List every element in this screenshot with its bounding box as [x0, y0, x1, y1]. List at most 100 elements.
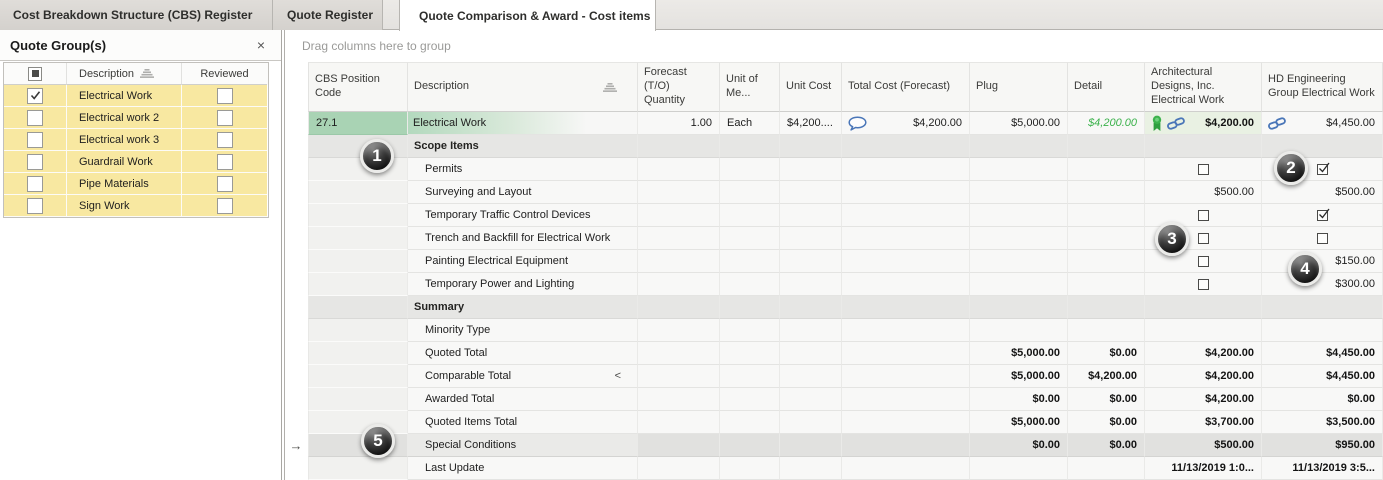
- quote-group-row[interactable]: Electrical work 2: [4, 107, 268, 129]
- scope-item-checkbox[interactable]: [1198, 164, 1209, 175]
- cell-arch[interactable]: [1145, 273, 1262, 296]
- cell-forecast[interactable]: [638, 158, 720, 181]
- cell-uom[interactable]: [720, 158, 780, 181]
- cell-detail[interactable]: $0.00: [1068, 388, 1145, 411]
- cell-unit_cost[interactable]: [780, 319, 842, 342]
- sort-asc-icon[interactable]: [603, 83, 617, 92]
- cell-detail[interactable]: [1068, 319, 1145, 342]
- cell-desc[interactable]: Quoted Total: [408, 342, 638, 365]
- select-checkbox[interactable]: [27, 154, 43, 170]
- quote-group-name-cell[interactable]: Electrical work 2: [67, 107, 182, 129]
- tab-1[interactable]: Cost Breakdown Structure (CBS) Register: [0, 0, 273, 30]
- cell-detail[interactable]: [1068, 227, 1145, 250]
- cell-desc[interactable]: Electrical Work: [408, 112, 638, 135]
- cell-uom[interactable]: [720, 227, 780, 250]
- column-header-forecast[interactable]: Forecast (T/O) Quantity: [638, 62, 720, 112]
- link-icon[interactable]: [1167, 117, 1185, 130]
- reviewed-checkbox[interactable]: [217, 88, 233, 104]
- cell-unit_cost[interactable]: $4,200....: [780, 112, 842, 135]
- select-all-checkbox[interactable]: [28, 67, 42, 81]
- cell-plug[interactable]: [970, 227, 1068, 250]
- cell-desc[interactable]: Last Update: [408, 457, 638, 480]
- cell-detail[interactable]: $0.00: [1068, 411, 1145, 434]
- column-header-desc[interactable]: Description: [408, 62, 638, 112]
- cell-cbs[interactable]: [308, 388, 408, 411]
- cell-uom[interactable]: [720, 365, 780, 388]
- select-checkbox[interactable]: [27, 198, 43, 214]
- cell-arch[interactable]: $4,200.00: [1145, 112, 1262, 135]
- cell-cbs[interactable]: [308, 411, 408, 434]
- cell-unit_cost[interactable]: [780, 388, 842, 411]
- cell-hd[interactable]: [1262, 204, 1383, 227]
- cell-hd[interactable]: $950.00: [1262, 434, 1383, 457]
- cell-forecast[interactable]: [638, 342, 720, 365]
- cell-hd[interactable]: 11/13/2019 3:5...: [1262, 457, 1383, 480]
- cell-forecast[interactable]: [638, 273, 720, 296]
- select-checkbox[interactable]: [27, 110, 43, 126]
- cell-plug[interactable]: $5,000.00: [970, 342, 1068, 365]
- cell-total_cost[interactable]: [842, 434, 970, 457]
- cell-forecast[interactable]: [638, 204, 720, 227]
- cell-unit_cost[interactable]: [780, 227, 842, 250]
- cell-desc[interactable]: Summary: [408, 296, 638, 319]
- cell-forecast[interactable]: [638, 365, 720, 388]
- cell-unit_cost[interactable]: [780, 411, 842, 434]
- reviewed-checkbox[interactable]: [217, 176, 233, 192]
- select-checkbox[interactable]: [27, 88, 43, 104]
- scope-item-checkbox[interactable]: [1198, 210, 1209, 221]
- cell-forecast[interactable]: [638, 227, 720, 250]
- cell-plug[interactable]: [970, 457, 1068, 480]
- scope-item-checkbox-checked[interactable]: [1317, 210, 1328, 221]
- select-all-header-cell[interactable]: [4, 63, 67, 85]
- cell-hd[interactable]: $3,500.00: [1262, 411, 1383, 434]
- cell-hd[interactable]: [1262, 296, 1383, 319]
- cell-arch[interactable]: $4,200.00: [1145, 388, 1262, 411]
- cell-forecast[interactable]: [638, 296, 720, 319]
- cell-unit_cost[interactable]: [780, 181, 842, 204]
- select-checkbox[interactable]: [27, 132, 43, 148]
- column-header-plug[interactable]: Plug: [970, 62, 1068, 112]
- cell-plug[interactable]: $5,000.00: [970, 365, 1068, 388]
- cell-unit_cost[interactable]: [780, 457, 842, 480]
- cell-plug[interactable]: [970, 273, 1068, 296]
- cell-forecast[interactable]: [638, 135, 720, 158]
- cell-cbs[interactable]: [308, 204, 408, 227]
- cell-detail[interactable]: $4,200.00: [1068, 112, 1145, 135]
- cell-hd[interactable]: $500.00: [1262, 181, 1383, 204]
- cell-arch[interactable]: $4,200.00: [1145, 365, 1262, 388]
- column-header-unit_cost[interactable]: Unit Cost: [780, 62, 842, 112]
- quote-group-name-cell[interactable]: Electrical work 3: [67, 129, 182, 151]
- cell-total_cost[interactable]: [842, 319, 970, 342]
- tab-2[interactable]: Quote Register: [273, 0, 383, 30]
- reviewed-checkbox[interactable]: [217, 132, 233, 148]
- cell-forecast[interactable]: [638, 181, 720, 204]
- reviewed-checkbox[interactable]: [217, 198, 233, 214]
- cell-desc[interactable]: Comparable Total<: [408, 365, 638, 388]
- cell-detail[interactable]: [1068, 158, 1145, 181]
- cell-desc[interactable]: Permits: [408, 158, 638, 181]
- cell-uom[interactable]: [720, 204, 780, 227]
- cell-detail[interactable]: $0.00: [1068, 342, 1145, 365]
- reviewed-checkbox[interactable]: [217, 154, 233, 170]
- close-icon[interactable]: ×: [251, 36, 271, 54]
- scope-item-checkbox[interactable]: [1198, 256, 1209, 267]
- cell-plug[interactable]: $0.00: [970, 434, 1068, 457]
- cell-detail[interactable]: [1068, 273, 1145, 296]
- cell-unit_cost[interactable]: [780, 365, 842, 388]
- quote-group-row[interactable]: Electrical work 3: [4, 129, 268, 151]
- cell-detail[interactable]: [1068, 135, 1145, 158]
- cell-cbs[interactable]: 27.1: [308, 112, 408, 135]
- cell-unit_cost[interactable]: [780, 158, 842, 181]
- cell-detail[interactable]: $0.00: [1068, 434, 1145, 457]
- cell-forecast[interactable]: [638, 411, 720, 434]
- cell-total_cost[interactable]: [842, 457, 970, 480]
- group-by-area[interactable]: Drag columns here to group: [285, 30, 1383, 62]
- cell-unit_cost[interactable]: [780, 342, 842, 365]
- cell-desc[interactable]: Temporary Traffic Control Devices: [408, 204, 638, 227]
- cell-hd[interactable]: $4,450.00: [1262, 342, 1383, 365]
- cell-uom[interactable]: [720, 319, 780, 342]
- cell-uom[interactable]: Each: [720, 112, 780, 135]
- cell-arch[interactable]: 11/13/2019 1:0...: [1145, 457, 1262, 480]
- cell-plug[interactable]: $5,000.00: [970, 112, 1068, 135]
- cell-desc[interactable]: Minority Type: [408, 319, 638, 342]
